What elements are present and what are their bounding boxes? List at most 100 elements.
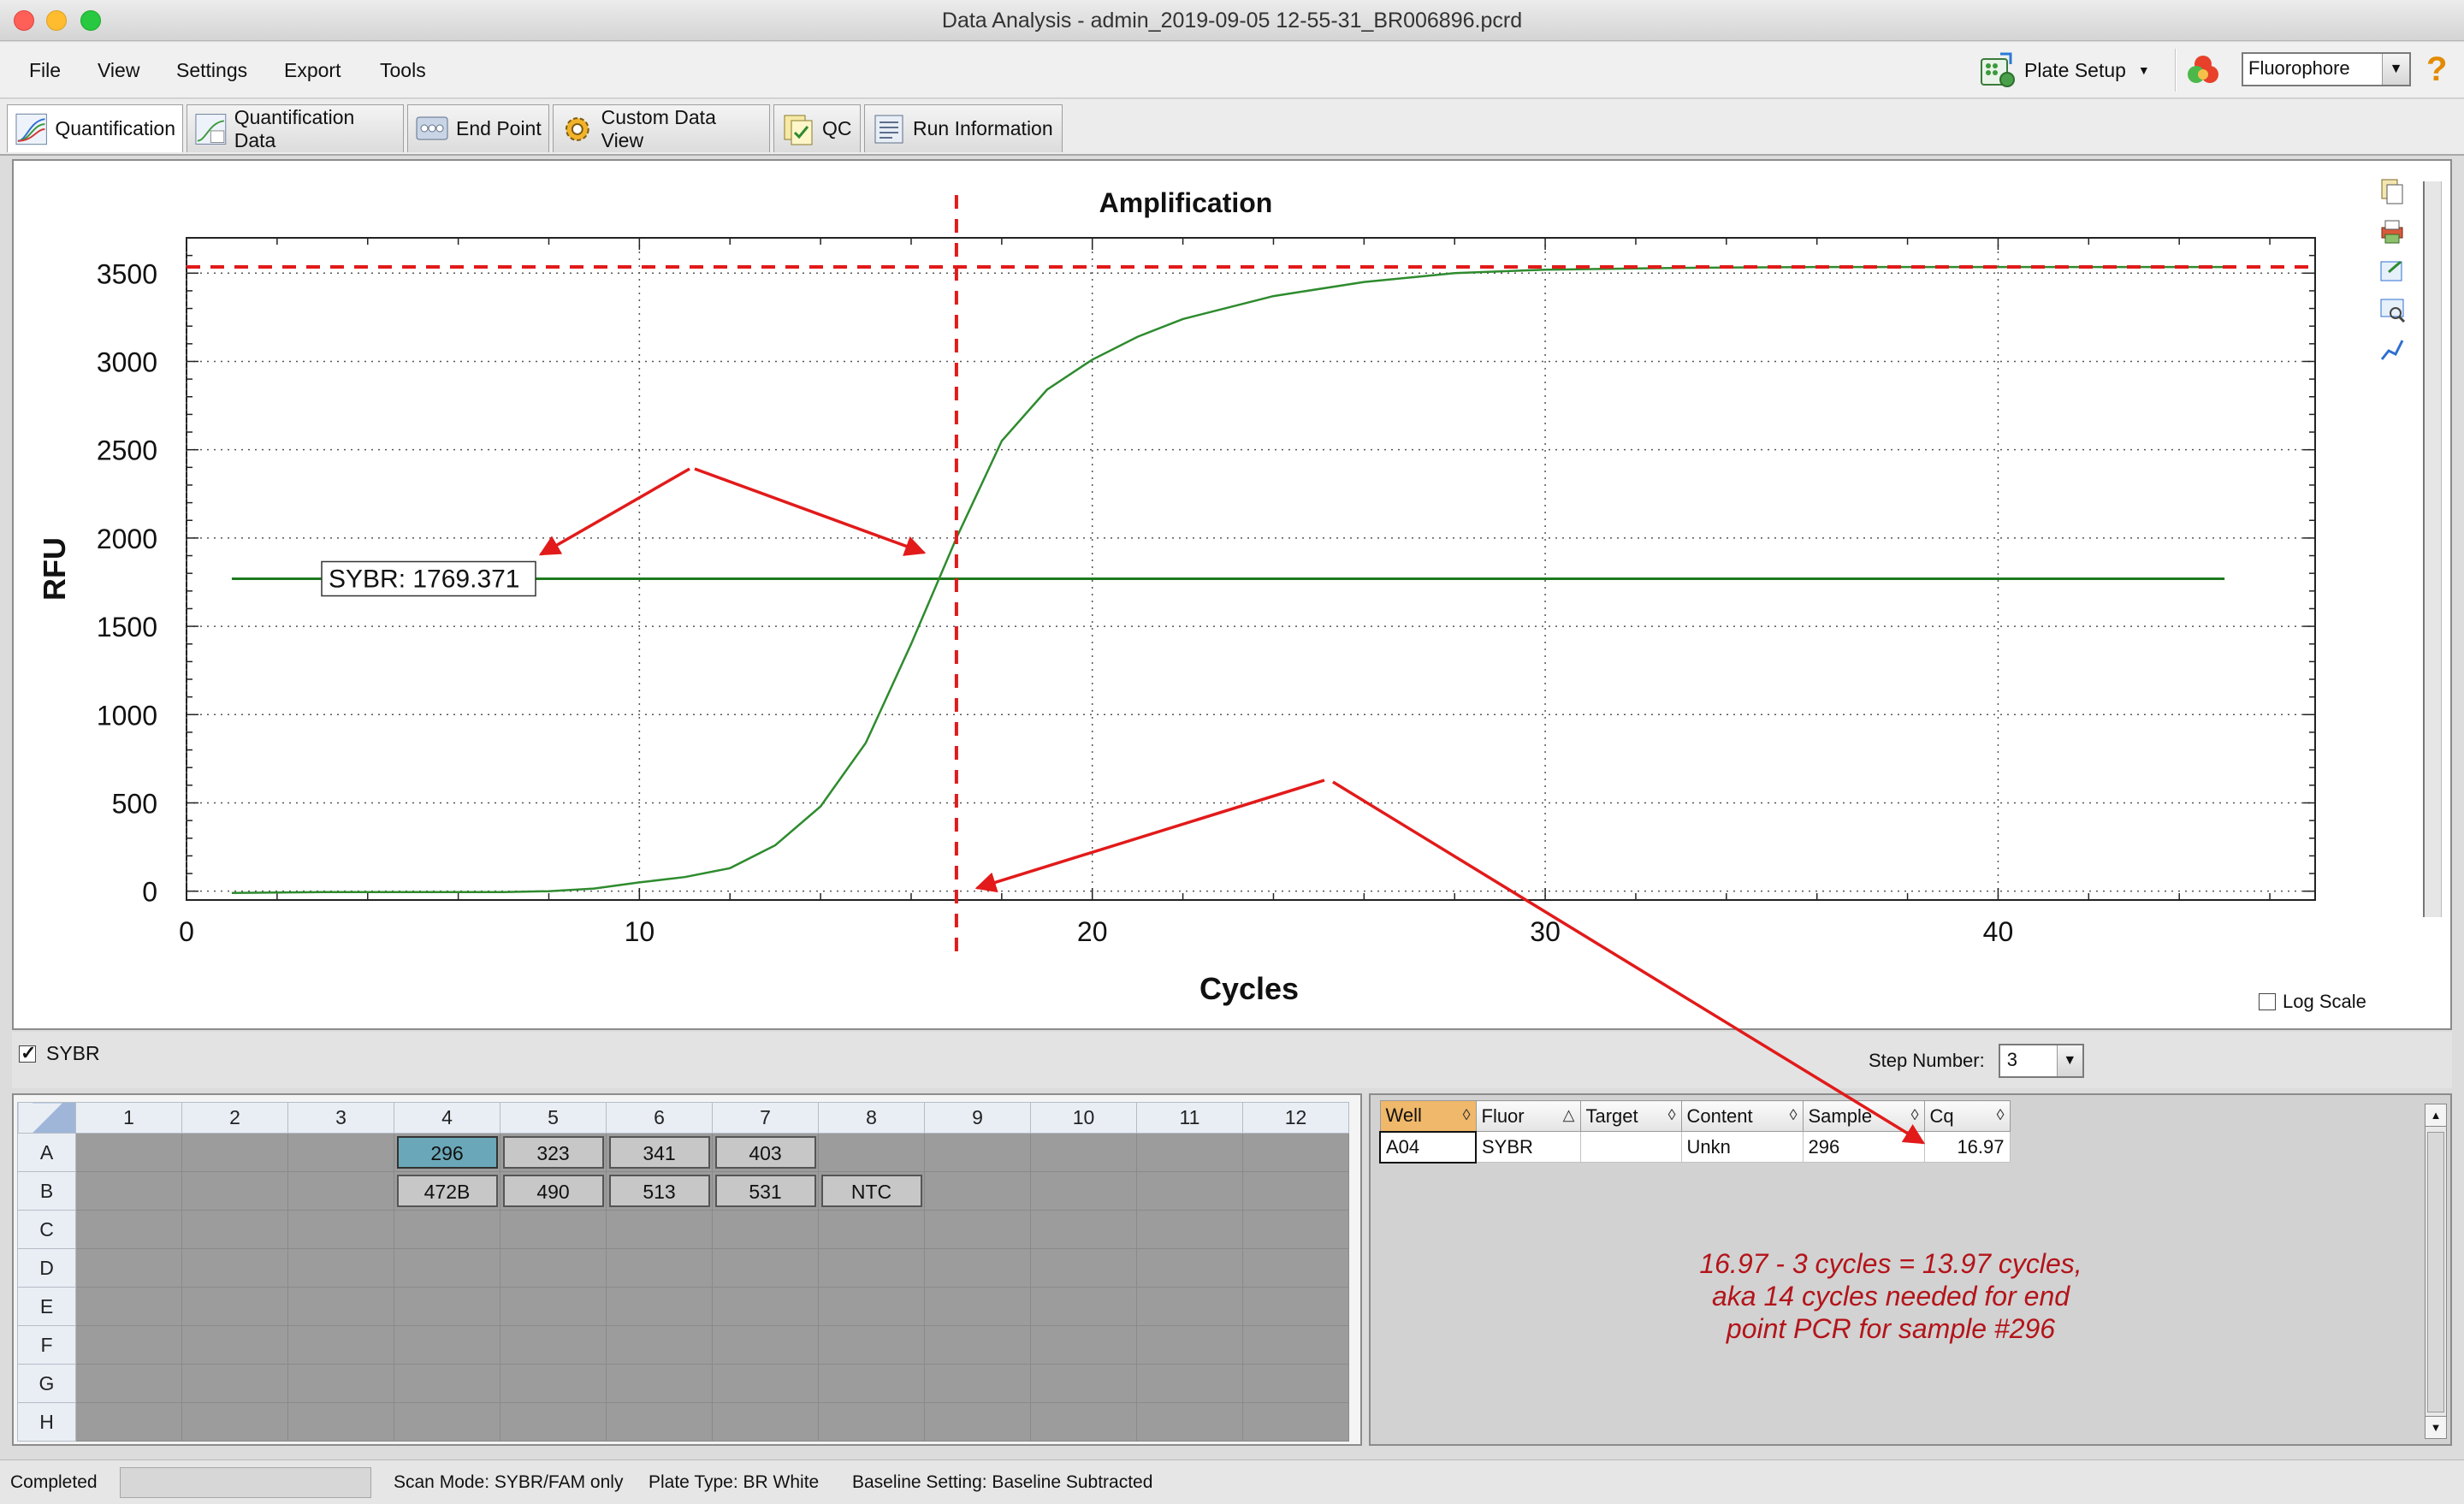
tab-end-point[interactable]: End Point	[407, 104, 549, 152]
plate-well-cell[interactable]	[181, 1364, 288, 1403]
plate-row-header[interactable]: F	[17, 1325, 76, 1365]
plate-well-cell[interactable]	[181, 1248, 288, 1288]
log-scale-checkbox[interactable]	[2259, 993, 2276, 1010]
plate-well-cell[interactable]	[924, 1248, 1031, 1288]
plate-well-cell[interactable]	[181, 1171, 288, 1211]
plate-well-cell[interactable]	[924, 1133, 1031, 1172]
plate-row-header[interactable]: D	[17, 1248, 76, 1288]
plate-well-cell[interactable]	[712, 1402, 819, 1442]
plate-well-cell[interactable]	[394, 1287, 500, 1326]
plate-row-header[interactable]: G	[17, 1364, 76, 1403]
plate-well-cell[interactable]	[394, 1402, 500, 1442]
tab-custom-data-view[interactable]: Custom Data View	[553, 104, 770, 152]
plate-well-cell[interactable]	[1242, 1210, 1349, 1249]
plate-well-cell[interactable]	[181, 1402, 288, 1442]
plate-row-header[interactable]: B	[17, 1171, 76, 1211]
plate-well-cell[interactable]	[818, 1133, 925, 1172]
plate-well[interactable]: 403	[714, 1136, 816, 1169]
fluorophore-color-icon[interactable]	[2183, 50, 2223, 90]
plate-well-cell[interactable]	[75, 1171, 182, 1211]
plate-well-cell[interactable]	[1136, 1325, 1243, 1365]
plate-well-cell[interactable]	[287, 1364, 394, 1403]
plate-well-cell[interactable]	[818, 1248, 925, 1288]
plate-well-cell[interactable]	[75, 1133, 182, 1172]
plate-column-header[interactable]: 12	[1242, 1102, 1349, 1134]
plate-well-cell[interactable]	[1030, 1248, 1137, 1288]
plate-well[interactable]: 341	[608, 1136, 710, 1169]
plate-well-cell[interactable]	[181, 1325, 288, 1365]
plate-well-cell[interactable]	[1136, 1287, 1243, 1326]
plate-well-cell[interactable]	[712, 1287, 819, 1326]
plate-column-header[interactable]: 7	[712, 1102, 819, 1134]
tab-run-information[interactable]: Run Information	[864, 104, 1063, 152]
plate-well-cell[interactable]	[818, 1287, 925, 1326]
cell-well[interactable]: A04	[1379, 1130, 1477, 1164]
plate-well-cell[interactable]	[394, 1364, 500, 1403]
col-sample[interactable]: Sample ◊	[1802, 1100, 1925, 1132]
menu-export[interactable]: Export	[284, 59, 341, 82]
plate-well-cell[interactable]	[606, 1325, 713, 1365]
plate-well-cell[interactable]	[75, 1402, 182, 1442]
sybr-checkbox[interactable]	[19, 1042, 36, 1064]
plate-row-header[interactable]: E	[17, 1287, 76, 1326]
print-icon[interactable]	[2378, 217, 2406, 245]
scroll-up-icon[interactable]: ▲	[2426, 1104, 2446, 1127]
plate-well-cell[interactable]	[712, 1325, 819, 1365]
plate-well[interactable]: 296	[396, 1136, 498, 1169]
plate-well-cell[interactable]	[1136, 1364, 1243, 1403]
plate-well-cell[interactable]: 472B	[394, 1171, 500, 1211]
plate-well-cell[interactable]	[924, 1210, 1031, 1249]
scroll-thumb[interactable]	[2427, 1132, 2444, 1412]
plate-well-cell[interactable]: 490	[500, 1171, 607, 1211]
plate-well[interactable]: NTC	[820, 1175, 922, 1207]
col-target[interactable]: Target ◊	[1579, 1100, 1682, 1132]
plate-well-cell[interactable]	[1242, 1171, 1349, 1211]
plate-well-cell[interactable]	[712, 1210, 819, 1249]
col-well[interactable]: Well ◊	[1379, 1100, 1477, 1132]
plate-well-cell[interactable]	[1030, 1287, 1137, 1326]
menu-settings[interactable]: Settings	[176, 59, 247, 82]
menu-view[interactable]: View	[98, 59, 139, 82]
plate-well-cell[interactable]	[1030, 1325, 1137, 1365]
plate-column-header[interactable]: 10	[1030, 1102, 1137, 1134]
plate-well-cell[interactable]	[75, 1364, 182, 1403]
plate-well-cell[interactable]	[287, 1210, 394, 1249]
plate-well-cell[interactable]	[394, 1325, 500, 1365]
plate-well-cell[interactable]	[818, 1364, 925, 1403]
plate-well-cell[interactable]	[1030, 1133, 1137, 1172]
plate-well-cell[interactable]	[712, 1248, 819, 1288]
plate-well[interactable]: 323	[502, 1136, 604, 1169]
plate-column-header[interactable]: 4	[394, 1102, 500, 1134]
plate-well-cell[interactable]	[287, 1133, 394, 1172]
plate-well-cell[interactable]	[1242, 1364, 1349, 1403]
plate-well-cell[interactable]	[924, 1402, 1031, 1442]
plate-well[interactable]: 490	[502, 1175, 604, 1207]
plate-well-cell[interactable]: 531	[712, 1171, 819, 1211]
help-icon[interactable]: ?	[2426, 50, 2447, 89]
plate-setup-button[interactable]: Plate Setup ▼	[1978, 47, 2171, 93]
zoom-chart-icon[interactable]	[2378, 296, 2406, 323]
plate-well-cell[interactable]	[924, 1171, 1031, 1211]
fluorophore-select[interactable]: Fluorophore ▼	[2242, 52, 2411, 86]
plate-well-cell[interactable]: 513	[606, 1171, 713, 1211]
plate-corner[interactable]	[17, 1102, 76, 1134]
plate-well-cell[interactable]	[1030, 1210, 1137, 1249]
plate-row-header[interactable]: A	[17, 1133, 76, 1172]
chart-vertical-scrollbar[interactable]	[2423, 181, 2442, 917]
plate-well-cell[interactable]	[287, 1325, 394, 1365]
plate-well-cell[interactable]	[394, 1210, 500, 1249]
plate-column-header[interactable]: 3	[287, 1102, 394, 1134]
col-cq[interactable]: Cq ◊	[1923, 1100, 2011, 1132]
plate-well-cell[interactable]	[606, 1402, 713, 1442]
trend-line-icon[interactable]	[2378, 335, 2406, 363]
scroll-down-icon[interactable]: ▼	[2426, 1416, 2446, 1438]
plate-well-cell[interactable]	[606, 1364, 713, 1403]
col-content[interactable]: Content ◊	[1680, 1100, 1804, 1132]
plate-column-header[interactable]: 9	[924, 1102, 1031, 1134]
plate-column-header[interactable]: 11	[1136, 1102, 1243, 1134]
plate-well-cell[interactable]	[75, 1325, 182, 1365]
plate-well-cell[interactable]	[1242, 1287, 1349, 1326]
plate-well-cell[interactable]	[500, 1210, 607, 1249]
plate-well-cell[interactable]	[394, 1248, 500, 1288]
plate-well-cell[interactable]	[606, 1210, 713, 1249]
